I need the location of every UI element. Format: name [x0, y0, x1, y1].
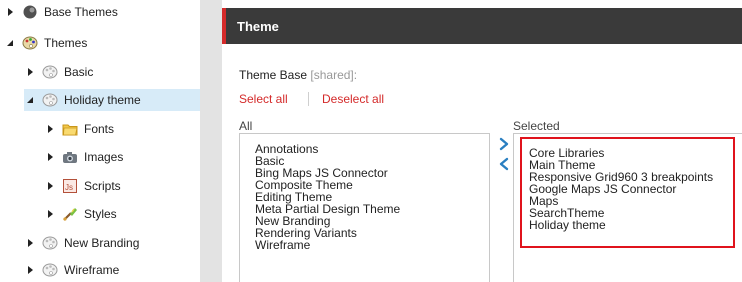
tree-item-label: Holiday theme — [64, 93, 141, 107]
selected-list-label: Selected — [513, 119, 560, 133]
tree-item-base-themes[interactable]: Base Themes — [4, 1, 118, 23]
deselect-all-link[interactable]: Deselect all — [322, 92, 384, 106]
theme-icon — [42, 235, 58, 251]
svg-text:Js: Js — [65, 183, 73, 192]
collapse-arrow-icon[interactable] — [4, 37, 16, 49]
tree-item-label: Scripts — [84, 179, 121, 193]
link-divider — [308, 92, 309, 106]
tree-item-label: Base Themes — [44, 5, 118, 19]
content-tree: Base Themes Themes Basic Holiday theme F… — [0, 0, 200, 282]
expand-arrow-icon[interactable] — [24, 237, 36, 249]
themes-icon — [22, 35, 38, 51]
selected-items-list: Core Libraries Main Theme Responsive Gri… — [529, 147, 713, 231]
expand-arrow-icon[interactable] — [44, 123, 56, 135]
base-themes-icon — [22, 4, 38, 20]
folder-icon — [62, 121, 78, 137]
all-items-listbox[interactable]: Annotations Basic Bing Maps JS Connector… — [239, 133, 490, 282]
expand-arrow-icon[interactable] — [24, 66, 36, 78]
tree-item-new-branding[interactable]: New Branding — [24, 232, 139, 254]
section-title: Theme — [237, 19, 279, 34]
expand-arrow-icon[interactable] — [44, 208, 56, 220]
tree-item-holiday-theme[interactable]: Holiday theme — [24, 89, 200, 111]
images-icon — [62, 149, 78, 165]
tree-item-wireframe[interactable]: Wireframe — [24, 259, 119, 281]
tree-item-label: Basic — [64, 65, 94, 79]
tree-item-fonts[interactable]: Fonts — [44, 118, 114, 140]
all-items-list: Annotations Basic Bing Maps JS Connector… — [255, 143, 400, 251]
list-item[interactable]: Wireframe — [255, 239, 400, 251]
theme-icon — [42, 262, 58, 278]
expand-arrow-icon[interactable] — [44, 180, 56, 192]
tree-item-themes[interactable]: Themes — [4, 32, 87, 54]
theme-base-field-label: Theme Base [shared]: — [239, 68, 357, 82]
tree-item-label: Fonts — [84, 122, 115, 136]
list-item[interactable]: Holiday theme — [529, 219, 713, 231]
theme-icon — [42, 92, 58, 108]
section-header[interactable]: Theme — [222, 8, 742, 44]
all-list-label: All — [239, 119, 253, 133]
shared-indicator: [shared]: — [310, 68, 358, 82]
expand-arrow-icon[interactable] — [24, 264, 36, 276]
tree-item-scripts[interactable]: Js Scripts — [44, 175, 121, 197]
tree-item-basic[interactable]: Basic — [24, 61, 93, 83]
selected-items-highlight: Core Libraries Main Theme Responsive Gri… — [520, 137, 735, 248]
theme-icon — [42, 64, 58, 80]
tree-item-label: Images — [84, 150, 124, 164]
collapse-arrow-icon[interactable] — [24, 94, 36, 106]
tree-item-images[interactable]: Images — [44, 146, 123, 168]
tree-item-styles[interactable]: Styles — [44, 203, 117, 225]
styles-icon — [62, 206, 78, 222]
tree-item-label: New Branding — [64, 236, 140, 250]
field-label: Theme Base — [239, 68, 308, 82]
script-icon: Js — [62, 178, 78, 194]
move-left-arrow-icon[interactable] — [497, 157, 511, 171]
tree-item-label: Themes — [44, 36, 88, 50]
pane-splitter[interactable] — [200, 0, 222, 282]
expand-arrow-icon[interactable] — [44, 151, 56, 163]
expand-arrow-icon[interactable] — [4, 6, 16, 18]
move-right-arrow-icon[interactable] — [497, 137, 511, 151]
select-all-link[interactable]: Select all — [239, 92, 288, 106]
tree-item-label: Styles — [84, 207, 117, 221]
tree-item-label: Wireframe — [64, 263, 120, 277]
